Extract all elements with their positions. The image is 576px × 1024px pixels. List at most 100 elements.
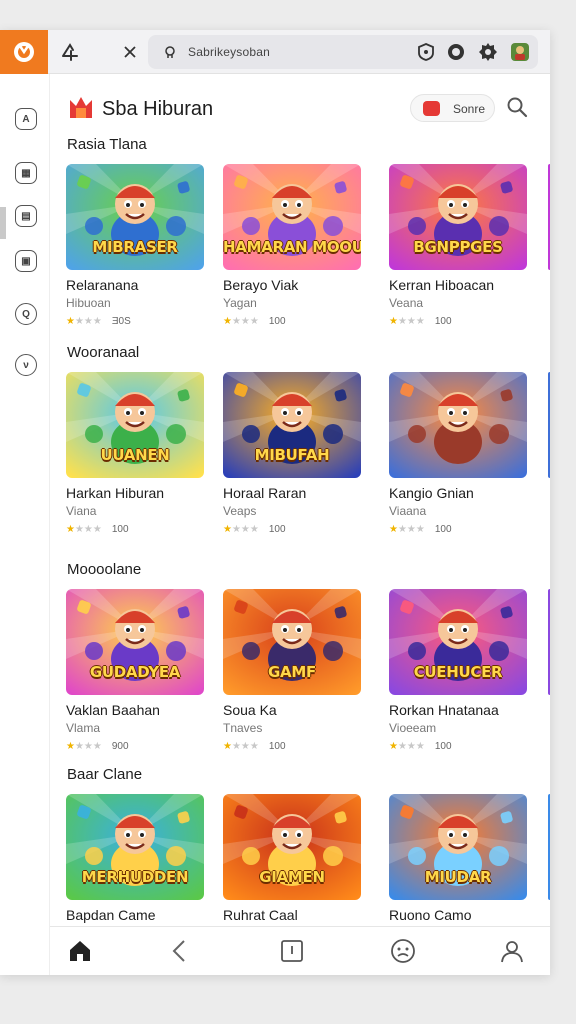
game-logo-text: HAMARAN MOOUGER: [223, 238, 361, 256]
section-title: Baar Clane: [67, 766, 143, 783]
game-title[interactable]: Ruono Camo: [389, 907, 472, 923]
rating-count: 100: [268, 741, 286, 752]
game-title[interactable]: Horaal Raran: [223, 485, 306, 501]
game-card[interactable]: BGNPPGES Kerran Hiboacan Veana ★★★★ 100: [389, 164, 529, 334]
rating-count: 100: [434, 741, 452, 752]
address-bar[interactable]: Sabrikeysoban: [148, 35, 538, 69]
star-empty-icon: ★★★: [231, 741, 259, 752]
star-rating: ★★★★ 900: [66, 741, 129, 752]
shield-icon[interactable]: [416, 42, 436, 62]
game-title[interactable]: Bapdan Came: [66, 907, 156, 923]
game-title[interactable]: Harkan Hiburan: [66, 485, 164, 501]
sidebar-item-store[interactable]: ▤: [15, 205, 37, 227]
home-icon[interactable]: [67, 938, 93, 964]
game-card[interactable]: UUANEN Harkan Hiburan Viana ★★★★ 100: [66, 372, 206, 542]
game-card[interactable]: MIBRASER Relaranana Hibuoan ★★★★ Ǝ0S: [66, 164, 206, 334]
game-thumbnail[interactable]: MIUDAR: [389, 794, 527, 900]
rating-count: 100: [434, 524, 452, 535]
sidebar-item-search[interactable]: Q: [15, 303, 37, 325]
game-logo-text: GUDADYEA: [89, 663, 181, 681]
game-card[interactable]: HAMARAN MOOUGER Berayo Viak Yagan ★★★★ 100: [223, 164, 363, 334]
game-thumbnail[interactable]: MERHUDDEN: [66, 794, 204, 900]
game-subtitle: Vlama: [66, 721, 101, 735]
game-thumbnail[interactable]: UUANEN: [66, 372, 204, 478]
section-title: Moooolane: [67, 561, 142, 578]
star-rating: ★★★★ 100: [223, 316, 286, 327]
star-empty-icon: ★★★: [397, 524, 425, 535]
star-rating: ★★★★ 100: [389, 741, 452, 752]
game-card[interactable]: Kangio Gnian Viaana ★★★★ 100: [389, 372, 529, 542]
add-tab-icon[interactable]: [56, 38, 84, 66]
search-button[interactable]: Sonre: [410, 94, 495, 122]
emoji-icon[interactable]: [390, 938, 416, 964]
game-subtitle: Viaana: [389, 504, 427, 518]
star-icon: ★: [223, 316, 232, 327]
sidebar-item-library[interactable]: ▣: [15, 250, 37, 272]
next-card-peek[interactable]: [548, 794, 550, 900]
tabs-icon[interactable]: [279, 938, 305, 964]
next-card-peek[interactable]: [548, 372, 550, 478]
star-icon: ★: [66, 741, 75, 752]
rating-count: Ǝ0S: [111, 316, 131, 327]
star-icon: ★: [66, 524, 75, 535]
game-logo-text: MERHUDDEN: [81, 868, 189, 886]
game-thumbnail[interactable]: HAMARAN MOOUGER: [223, 164, 361, 270]
game-thumbnail[interactable]: GIAMEN: [223, 794, 361, 900]
settings-icon[interactable]: [446, 42, 466, 62]
store-icon: ▤: [21, 210, 31, 222]
game-title[interactable]: Berayo Viak: [223, 277, 298, 293]
game-title[interactable]: Relaranana: [66, 277, 138, 293]
sidebar-item-home[interactable]: A: [15, 108, 37, 130]
game-logo-text: UUANEN: [100, 446, 170, 464]
game-title[interactable]: Vaklan Baahan: [66, 702, 160, 718]
game-card[interactable]: GUDADYEA Vaklan Baahan Vlama ★★★★ 900: [66, 589, 206, 759]
browser-window: Sabrikeysoban A ▦ ▤ ▣ Q ν Sba Hiburan So…: [0, 30, 550, 975]
rating-count: 100: [111, 524, 129, 535]
logo-icon[interactable]: [0, 30, 48, 74]
sidebar-item-apps[interactable]: ▦: [15, 162, 37, 184]
gear-icon[interactable]: [478, 42, 498, 62]
game-card[interactable]: CUEHUCER Rorkan Hnatanaa Vioeeam ★★★★ 100: [389, 589, 529, 759]
game-thumbnail[interactable]: BGNPPGES: [389, 164, 527, 270]
star-rating: ★★★★ 100: [389, 316, 452, 327]
game-logo-text: MIUDAR: [424, 868, 492, 886]
game-thumbnail[interactable]: MIBUFAH: [223, 372, 361, 478]
next-card-peek[interactable]: [548, 164, 550, 270]
profile-icon[interactable]: [499, 938, 525, 964]
rating-count: 900: [111, 741, 129, 752]
game-thumbnail[interactable]: GUDADYEA: [66, 589, 204, 695]
star-empty-icon: ★★★: [231, 316, 259, 327]
game-logo-text: MIBUFAH: [254, 446, 330, 464]
profile-icon[interactable]: [510, 42, 530, 62]
star-icon: ★: [223, 741, 232, 752]
game-logo-text: GIAMEN: [259, 868, 325, 886]
game-title[interactable]: Kangio Gnian: [389, 485, 474, 501]
star-rating: ★★★★ 100: [223, 524, 286, 535]
game-title[interactable]: Ruhrat Caal: [223, 907, 298, 923]
sidebar-active-indicator: [0, 207, 6, 239]
next-card-peek[interactable]: [548, 589, 550, 695]
game-logo-text: MIBRASER: [92, 238, 178, 256]
game-thumbnail[interactable]: CUEHUCER: [389, 589, 527, 695]
game-thumbnail[interactable]: MIBRASER: [66, 164, 204, 270]
sidebar-item-info[interactable]: ν: [15, 354, 37, 376]
game-title[interactable]: Soua Ka: [223, 702, 277, 718]
close-icon[interactable]: [116, 38, 144, 66]
game-title[interactable]: Kerran Hiboacan: [389, 277, 494, 293]
back-icon[interactable]: [167, 938, 193, 964]
game-card[interactable]: MIBUFAH Horaal Raran Veaps ★★★★ 100: [223, 372, 363, 542]
star-rating: ★★★★ 100: [389, 524, 452, 535]
game-thumbnail[interactable]: [389, 372, 527, 478]
search-icon[interactable]: [506, 96, 528, 118]
star-rating: ★★★★ 100: [223, 741, 286, 752]
info-icon: ν: [23, 359, 29, 371]
rating-count: 100: [434, 316, 452, 327]
game-title[interactable]: Rorkan Hnatanaa: [389, 702, 499, 718]
lock-icon: [165, 46, 175, 58]
game-card[interactable]: GAMF Soua Ka Tnaves ★★★★ 100: [223, 589, 363, 759]
store-badge-icon: [423, 101, 440, 116]
star-rating: ★★★★ Ǝ0S: [66, 316, 131, 327]
star-empty-icon: ★★★: [231, 524, 259, 535]
rating-count: 100: [268, 316, 286, 327]
game-thumbnail[interactable]: GAMF: [223, 589, 361, 695]
